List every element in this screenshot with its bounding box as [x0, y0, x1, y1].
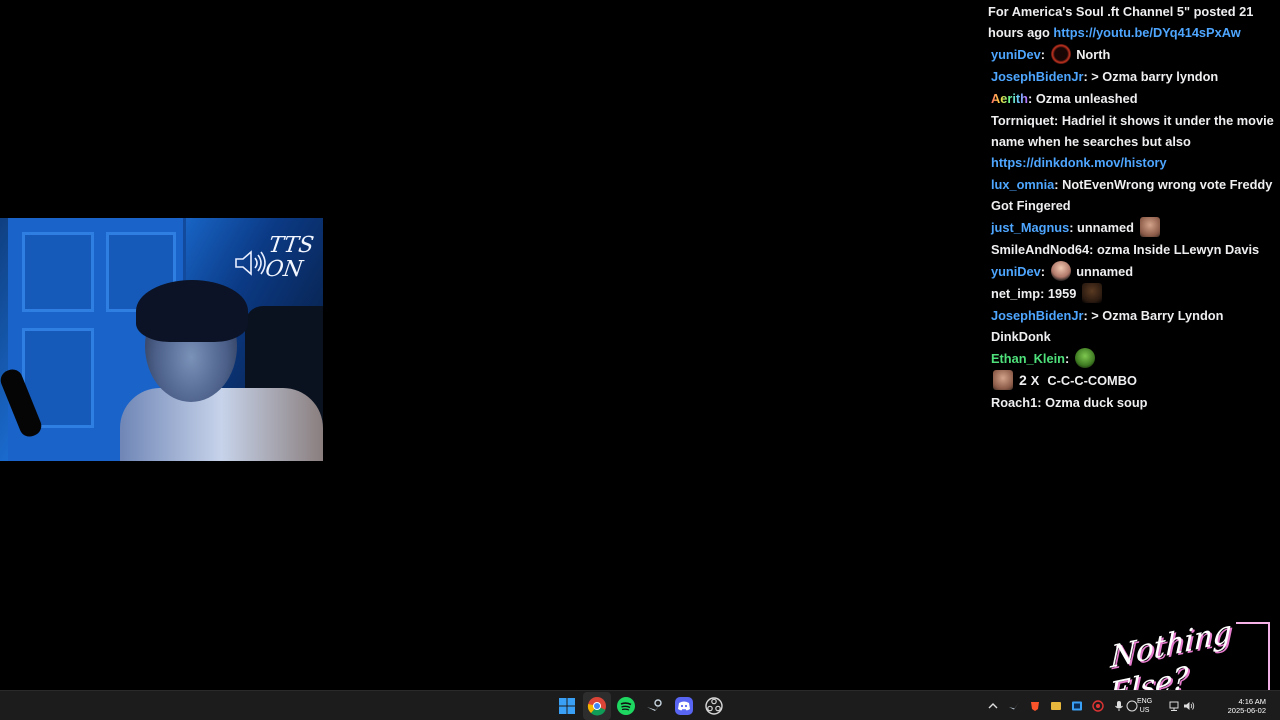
chat-separator: : — [1069, 220, 1074, 235]
chat-separator: : — [1027, 91, 1033, 106]
chat-separator: : — [1040, 286, 1045, 301]
chat-message: Ethan_Klein: — [988, 348, 1274, 369]
combo-text: C-C-C-COMBO — [1047, 373, 1137, 388]
chat-message: just_Magnus: unnamed — [988, 217, 1274, 238]
chat-panel: For America's Soul .ft Channel 5" posted… — [988, 0, 1274, 414]
chat-link[interactable]: https://dinkdonk.mov/history — [991, 155, 1167, 170]
door-panel — [22, 232, 94, 312]
clock-time: 4:16 AM — [1238, 697, 1266, 706]
region-code: US — [1139, 707, 1150, 714]
chat-separator: : — [1040, 47, 1046, 62]
chat-message: SmileAndNod64: ozma Inside LLewyn Davis — [988, 239, 1274, 260]
combo-message: 2 X C-C-C-COMBO — [988, 370, 1274, 391]
chrome-icon[interactable] — [587, 696, 607, 716]
dark-ring-emote — [1050, 44, 1071, 64]
volume-icon[interactable] — [1183, 700, 1195, 712]
chat-message: Roach1: Ozma duck soup — [988, 392, 1274, 413]
record-icon[interactable] — [1092, 700, 1104, 712]
chat-username[interactable]: JosephBidenJr — [991, 308, 1083, 323]
chat-message: yuniDev: North — [988, 44, 1274, 65]
chat-separator: : — [1037, 395, 1042, 410]
chat-separator: : — [1083, 69, 1088, 84]
chat-text: > Ozma barry lyndon — [1091, 69, 1219, 84]
dancer-emote — [1081, 283, 1102, 303]
speaker-icon — [235, 250, 266, 276]
chat-message: lux_omnia: NotEvenWrong wrong vote Fredd… — [988, 174, 1274, 216]
chat-message: For America's Soul .ft Channel 5" posted… — [988, 1, 1274, 43]
chat-username[interactable]: just_Magnus — [991, 220, 1069, 235]
chat-text: North — [1076, 47, 1111, 62]
chat-message: Torrniquet: Hadriel it shows it under th… — [988, 110, 1274, 173]
chat-text: unnamed — [1076, 264, 1134, 279]
language-indicator[interactable]: ENG US — [1137, 697, 1152, 715]
combo-count: 2 — [1019, 372, 1027, 388]
chat-username[interactable]: lux_omnia — [991, 177, 1054, 192]
steam-tray-icon[interactable] — [1008, 700, 1020, 712]
chat-username[interactable]: Ethan_Klein — [991, 351, 1065, 366]
chat-separator: : — [1083, 308, 1088, 323]
clock-date: 2025-06-02 — [1227, 706, 1266, 715]
chat-text: ozma Inside LLewyn Davis — [1096, 242, 1260, 257]
chat-username[interactable]: Torrniquet — [991, 113, 1054, 128]
chat-separator: : — [1064, 351, 1070, 366]
display-icon[interactable] — [1071, 700, 1083, 712]
tts-badge: TTS ON — [233, 233, 315, 290]
face-emote — [993, 370, 1013, 390]
chat-message: Aerith: Ozma unleashed — [988, 88, 1274, 109]
clock[interactable]: 4:16 AM 2025-06-02 — [1228, 697, 1266, 715]
network-icon[interactable] — [1168, 700, 1180, 712]
walking-emote — [1074, 348, 1095, 368]
microphone-icon[interactable] — [1113, 700, 1125, 712]
taskbar: ENG US 4:16 AM 2025-06-02 — [0, 690, 1280, 720]
chat-username[interactable]: yuniDev — [991, 264, 1041, 279]
chat-message: JosephBidenJr: > Ozma Barry Lyndon DinkD… — [988, 305, 1274, 347]
chat-separator: : — [1040, 264, 1046, 279]
app-tray-icon[interactable] — [1050, 700, 1062, 712]
chat-text: Ozma duck soup — [1045, 395, 1148, 410]
chat-separator: : — [1054, 177, 1059, 192]
chat-separator: : — [1089, 242, 1094, 257]
chat-text: unnamed — [1077, 220, 1134, 235]
chat-message: net_imp: 1959 — [988, 283, 1274, 304]
windows-start-icon[interactable] — [557, 696, 577, 716]
chat-username[interactable]: JosephBidenJr — [991, 69, 1083, 84]
chat-message: yuniDev: unnamed — [988, 261, 1274, 282]
chat-link[interactable]: https://youtu.be/DYq414sPxAw — [1053, 25, 1240, 40]
obs-icon[interactable] — [704, 696, 724, 716]
brave-icon[interactable] — [1029, 700, 1041, 712]
streamer-body — [120, 388, 323, 461]
system-tray: ENG US 4:16 AM 2025-06-02 — [980, 691, 1280, 720]
chat-username[interactable]: SmileAndNod64 — [991, 242, 1089, 257]
discord-icon[interactable] — [674, 696, 694, 716]
chat-username[interactable]: Roach1 — [991, 395, 1037, 410]
chat-username[interactable]: net_imp — [991, 286, 1040, 301]
chat-username[interactable]: yuniDev — [991, 47, 1041, 62]
chat-message: JosephBidenJr: > Ozma barry lyndon — [988, 66, 1274, 87]
chat-text: Ozma unleashed — [1035, 91, 1138, 106]
steam-icon[interactable] — [645, 696, 665, 716]
face-emote — [1139, 217, 1160, 237]
chat-text: 1959 — [1047, 286, 1077, 301]
spotify-icon[interactable] — [616, 696, 636, 716]
webcam-feed: TTS ON — [0, 218, 323, 461]
language-code: ENG — [1137, 698, 1153, 705]
tts-label: TTS ON — [263, 233, 316, 282]
streamer-hair — [136, 280, 248, 342]
chat-username[interactable]: Aerith — [991, 91, 1028, 106]
chat-separator: : — [1054, 113, 1059, 128]
chevron-up-icon[interactable] — [987, 700, 999, 712]
person-emote — [1050, 261, 1071, 281]
combo-multiplier: X — [1030, 373, 1040, 388]
